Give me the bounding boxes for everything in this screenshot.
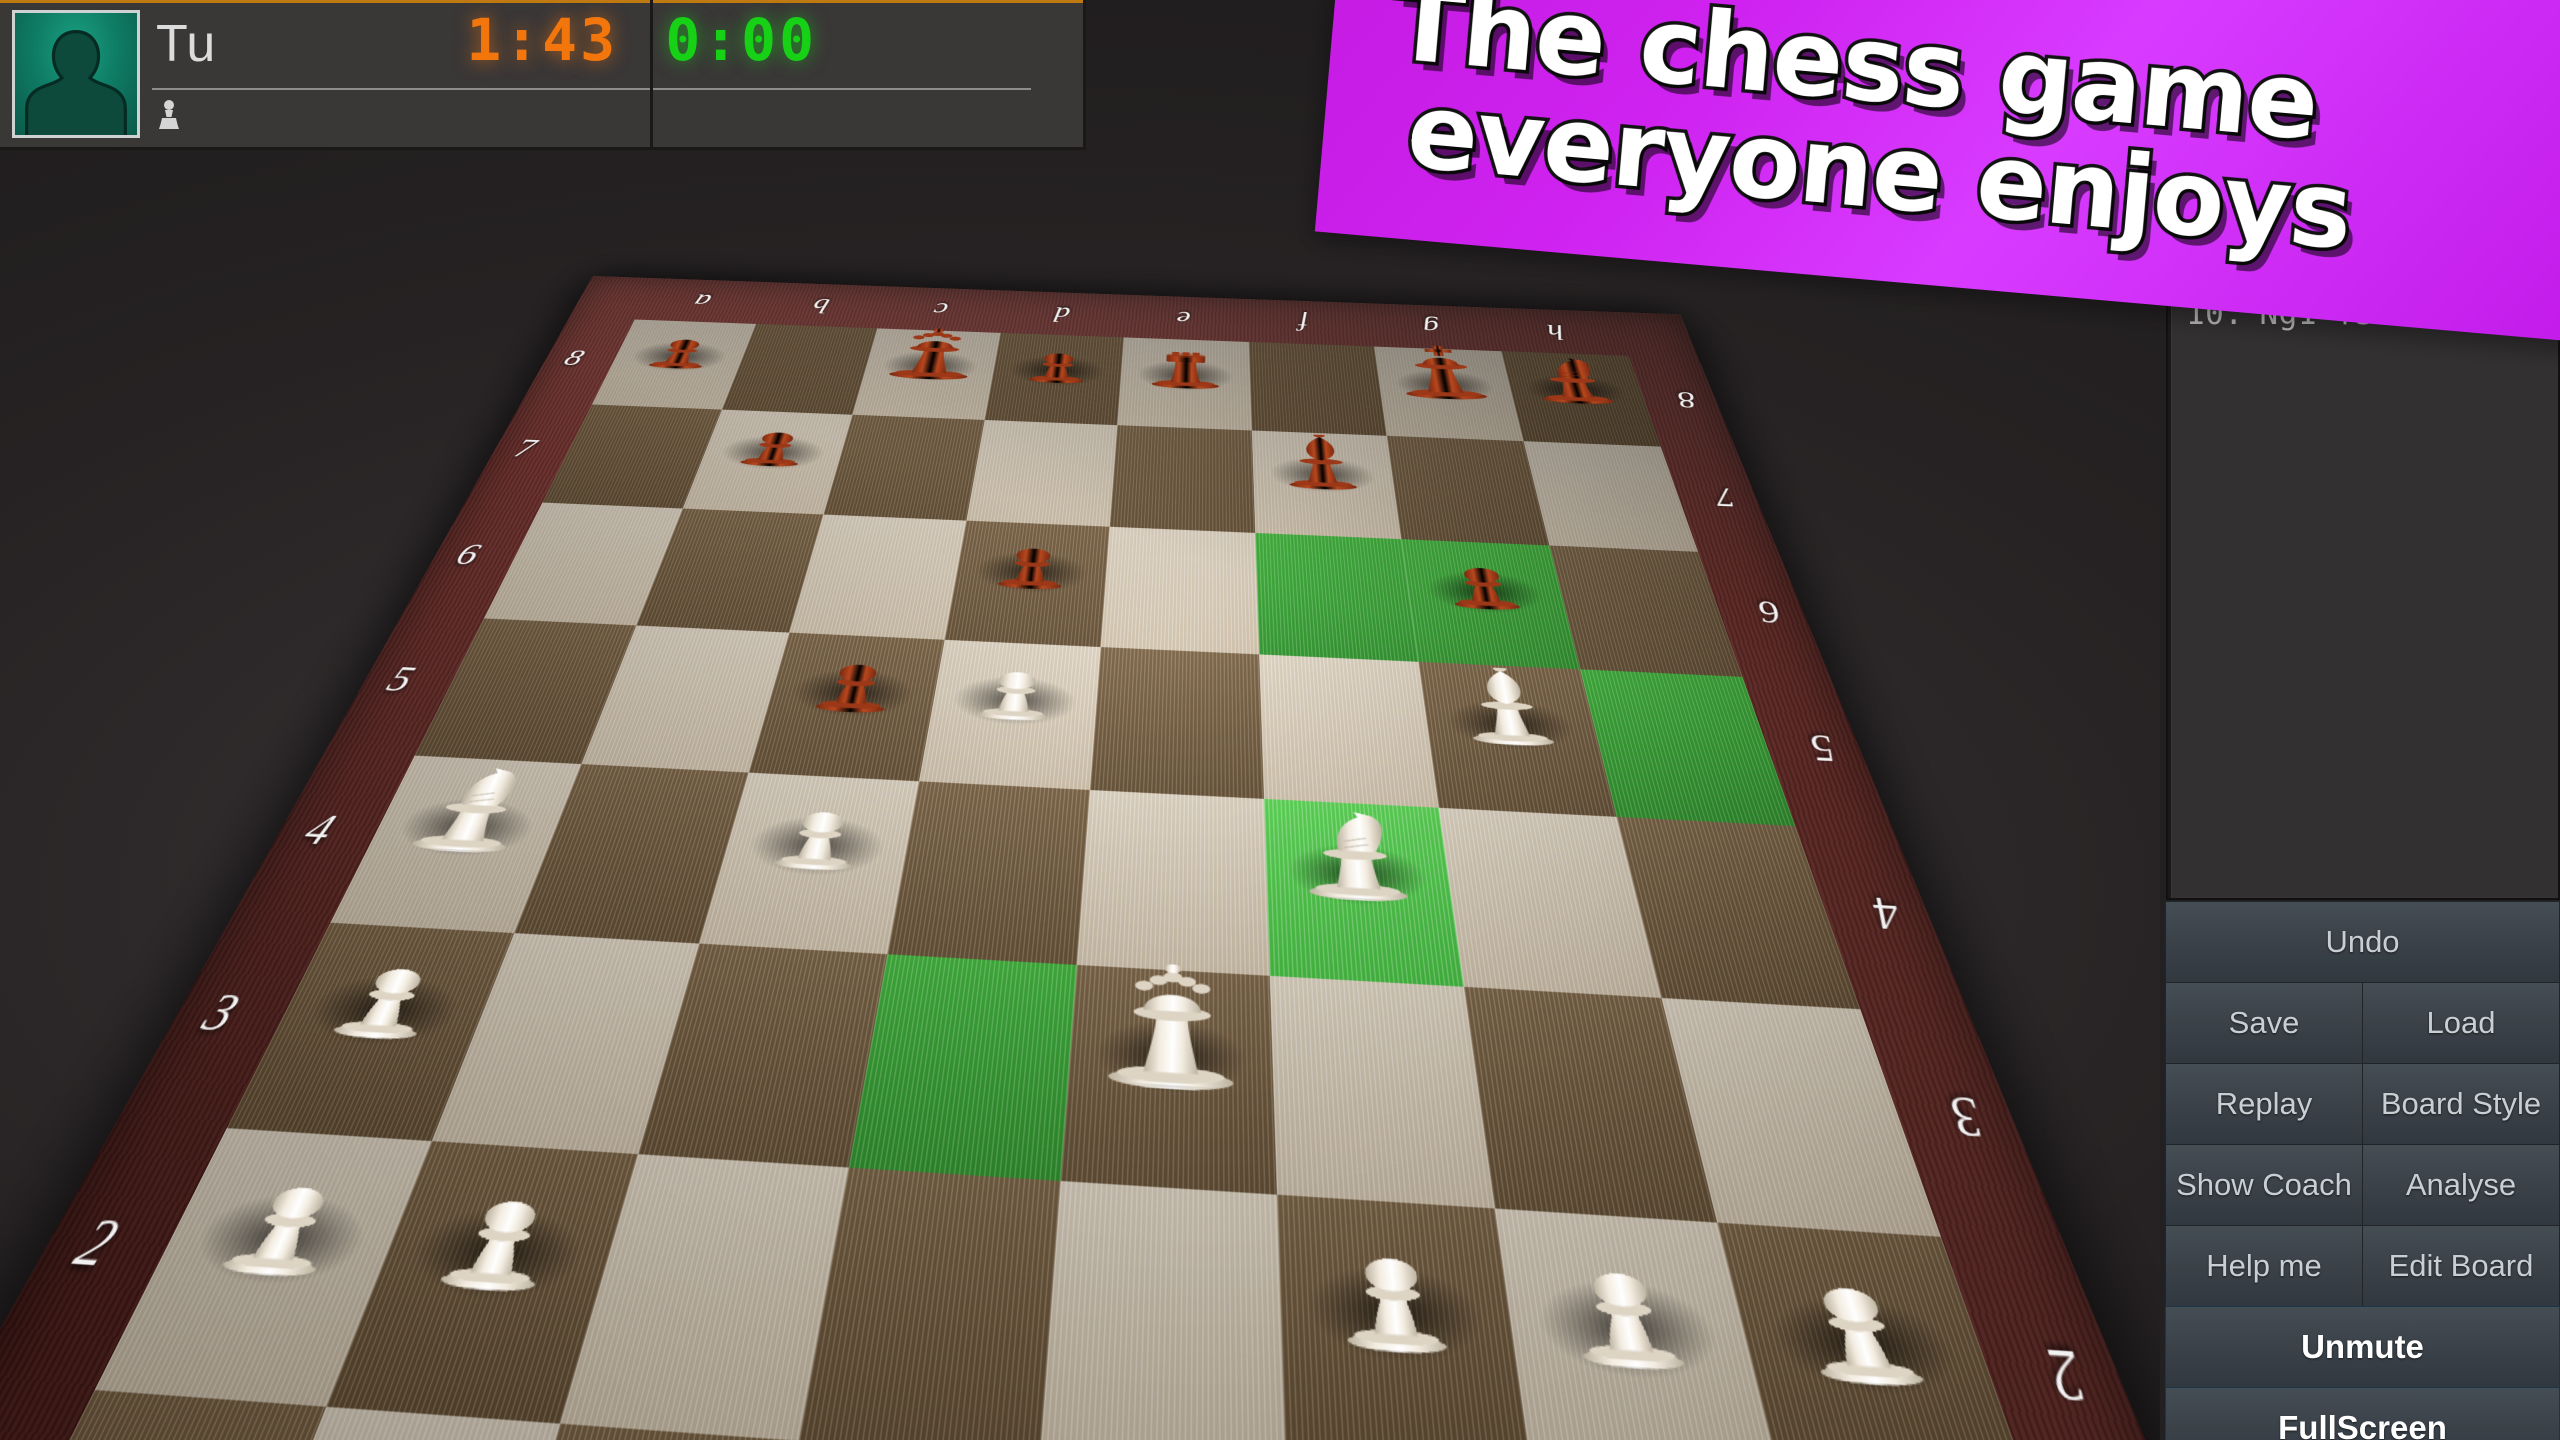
button-row-coach-analyse: Show Coach Analyse bbox=[2165, 1144, 2560, 1226]
square-c2[interactable] bbox=[560, 1154, 849, 1440]
undo-button[interactable]: Undo bbox=[2165, 901, 2560, 983]
square-f7[interactable] bbox=[1251, 430, 1402, 540]
square-f2[interactable] bbox=[1276, 1194, 1535, 1440]
person-silhouette-icon bbox=[25, 29, 127, 135]
clock-top: 0:00 bbox=[665, 6, 817, 74]
square-c1[interactable] bbox=[458, 1422, 799, 1440]
square-e2[interactable] bbox=[1040, 1180, 1286, 1440]
square-c7[interactable] bbox=[823, 414, 985, 521]
avatar[interactable] bbox=[12, 10, 140, 138]
control-buttons: Undo Save Load Replay Board Style Show C… bbox=[2165, 901, 2560, 1440]
chess-app-window: aabbccddeeffgghh1122334455667788 bbox=[0, 0, 2560, 1440]
square-c4[interactable] bbox=[699, 772, 919, 954]
square-f5[interactable] bbox=[1258, 653, 1439, 808]
promo-banner-text: The chess game everyone enjoys bbox=[1379, 0, 2560, 288]
square-b1[interactable] bbox=[188, 1405, 561, 1440]
file-label-top-e: e bbox=[1176, 306, 1191, 331]
show-coach-button[interactable]: Show Coach bbox=[2165, 1144, 2363, 1226]
button-row-fullscreen: FullScreen bbox=[2165, 1387, 2560, 1440]
clock-bottom: 1:43 bbox=[466, 6, 618, 74]
square-g7[interactable] bbox=[1386, 435, 1549, 546]
square-g4[interactable] bbox=[1438, 807, 1661, 998]
square-f8[interactable] bbox=[1248, 341, 1387, 436]
square-c8[interactable] bbox=[852, 328, 1001, 420]
button-row-save-load: Save Load bbox=[2165, 982, 2560, 1064]
square-f6[interactable] bbox=[1254, 532, 1419, 662]
button-row-replay-style: Replay Board Style bbox=[2165, 1063, 2560, 1145]
load-button[interactable]: Load bbox=[2362, 982, 2560, 1064]
square-d6[interactable] bbox=[944, 520, 1110, 647]
square-g8[interactable] bbox=[1374, 346, 1524, 441]
square-e7[interactable] bbox=[1109, 424, 1255, 533]
edit-board-button[interactable]: Edit Board bbox=[2362, 1225, 2560, 1307]
player-name-bottom: Tu bbox=[156, 15, 216, 73]
square-b2[interactable] bbox=[325, 1141, 639, 1423]
help-me-button[interactable]: Help me bbox=[2165, 1225, 2363, 1307]
captured-pieces-bottom bbox=[158, 98, 180, 132]
file-label-top-d: d bbox=[1052, 302, 1072, 326]
fullscreen-button[interactable]: FullScreen bbox=[2165, 1387, 2560, 1440]
analyse-button[interactable]: Analyse bbox=[2362, 1144, 2560, 1226]
square-e6[interactable] bbox=[1100, 526, 1259, 654]
square-d4[interactable] bbox=[887, 781, 1090, 965]
square-e8[interactable] bbox=[1117, 337, 1252, 431]
square-d8[interactable] bbox=[984, 332, 1124, 425]
player-bar-bottom: Tu 1:43 0:00 bbox=[0, 0, 1086, 150]
square-g2[interactable] bbox=[1494, 1208, 1788, 1440]
square-d7[interactable] bbox=[965, 419, 1118, 527]
button-row-unmute: Unmute bbox=[2165, 1306, 2560, 1388]
replay-button[interactable]: Replay bbox=[2165, 1063, 2363, 1145]
square-e5[interactable] bbox=[1090, 646, 1264, 799]
white-pawn-icon bbox=[159, 100, 179, 129]
square-d2[interactable] bbox=[798, 1167, 1061, 1440]
unmute-button[interactable]: Unmute bbox=[2165, 1306, 2560, 1388]
square-d5[interactable] bbox=[918, 639, 1101, 790]
button-row-help-edit: Help me Edit Board bbox=[2165, 1225, 2560, 1307]
board-style-button[interactable]: Board Style bbox=[2362, 1063, 2560, 1145]
player-divider bbox=[152, 88, 1031, 90]
save-button[interactable]: Save bbox=[2165, 982, 2363, 1064]
clock-separator bbox=[650, 0, 653, 150]
square-e4[interactable] bbox=[1076, 790, 1270, 976]
chess-board-3d[interactable]: aabbccddeeffgghh1122334455667788 bbox=[0, 275, 2180, 1440]
button-row-undo: Undo bbox=[2165, 901, 2560, 983]
